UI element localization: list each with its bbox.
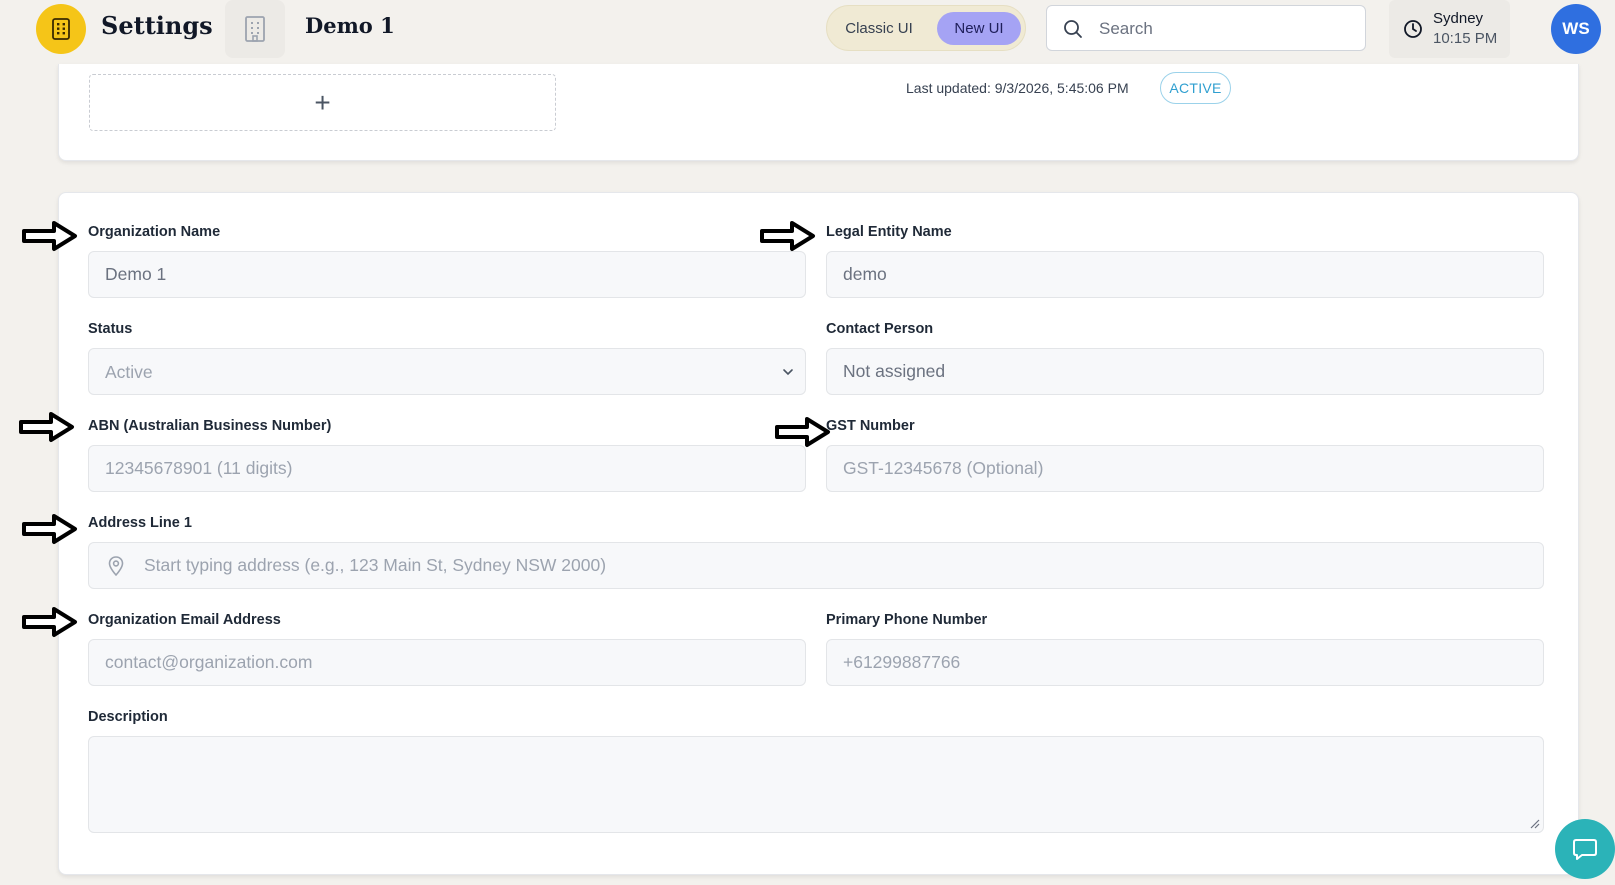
abn-input[interactable] xyxy=(89,446,805,491)
status-field: Active xyxy=(88,348,806,395)
new-ui-option[interactable]: New UI xyxy=(937,12,1021,45)
arrow-right-icon xyxy=(760,221,815,251)
status-label: Status xyxy=(88,321,133,337)
description-field xyxy=(88,736,1544,833)
user-avatar[interactable]: WS xyxy=(1551,4,1601,54)
organization-title: Demo 1 xyxy=(305,13,395,38)
search-input[interactable] xyxy=(1099,16,1349,42)
contact-person-input[interactable] xyxy=(827,349,1543,394)
building-icon xyxy=(52,18,70,40)
organization-summary-card: + Last updated: 9/3/2026, 5:45:06 PM ACT… xyxy=(58,64,1579,161)
clock-city: Sydney xyxy=(1433,10,1484,27)
clock-time: 10:15 PM xyxy=(1433,30,1498,47)
status-badge: ACTIVE xyxy=(1160,72,1231,104)
organization-details-form: Organization Name Legal Entity Name Stat… xyxy=(58,192,1579,875)
contact-person-field xyxy=(826,348,1544,395)
arrow-right-icon xyxy=(19,412,74,442)
page-title: Settings xyxy=(101,11,213,40)
org-icon-button[interactable] xyxy=(225,0,285,58)
top-bar: Settings Demo 1 Classic UI New UI Sydney… xyxy=(0,0,1615,64)
chat-bubble-icon xyxy=(1573,839,1597,860)
search-box xyxy=(1046,5,1366,51)
search-icon xyxy=(1064,20,1082,38)
legal-entity-name-label: Legal Entity Name xyxy=(826,224,952,240)
arrow-right-icon xyxy=(775,417,830,447)
phone-field xyxy=(826,639,1544,686)
organization-name-label: Organization Name xyxy=(88,224,221,240)
email-label: Organization Email Address xyxy=(88,612,281,628)
arrow-right-icon xyxy=(22,221,77,251)
organization-name-field xyxy=(88,251,806,298)
phone-label: Primary Phone Number xyxy=(826,612,988,628)
legal-entity-name-input[interactable] xyxy=(827,252,1543,297)
address-line-1-field xyxy=(88,542,1544,589)
status-select[interactable]: Active xyxy=(89,349,805,394)
legal-entity-name-field xyxy=(826,251,1544,298)
chat-button[interactable] xyxy=(1555,819,1615,879)
address-line-1-label: Address Line 1 xyxy=(88,515,192,531)
description-label: Description xyxy=(88,709,168,725)
gst-number-label: GST Number xyxy=(826,418,915,434)
description-textarea[interactable] xyxy=(89,737,1543,832)
arrow-right-icon xyxy=(22,514,77,544)
gst-number-input[interactable] xyxy=(827,446,1543,491)
abn-field xyxy=(88,445,806,492)
clock-icon xyxy=(1404,20,1422,38)
arrow-right-icon xyxy=(22,607,77,637)
timezone-clock[interactable]: Sydney 10:15 PM xyxy=(1389,0,1510,58)
last-updated-text: Last updated: 9/3/2026, 5:45:06 PM xyxy=(906,80,1129,96)
add-logo-button[interactable]: + xyxy=(89,74,556,131)
resize-handle-icon[interactable] xyxy=(1530,819,1540,829)
phone-input[interactable] xyxy=(827,640,1543,685)
email-input[interactable] xyxy=(89,640,805,685)
contact-person-label: Contact Person xyxy=(826,321,934,337)
ui-mode-toggle: Classic UI New UI xyxy=(826,5,1026,51)
building-outline-icon xyxy=(245,16,265,42)
email-field xyxy=(88,639,806,686)
organization-name-input[interactable] xyxy=(89,252,805,297)
abn-label: ABN (Australian Business Number) xyxy=(88,418,332,434)
address-line-1-input[interactable] xyxy=(89,543,1543,588)
app-logo[interactable] xyxy=(36,4,86,54)
classic-ui-option[interactable]: Classic UI xyxy=(833,12,925,45)
gst-number-field xyxy=(826,445,1544,492)
